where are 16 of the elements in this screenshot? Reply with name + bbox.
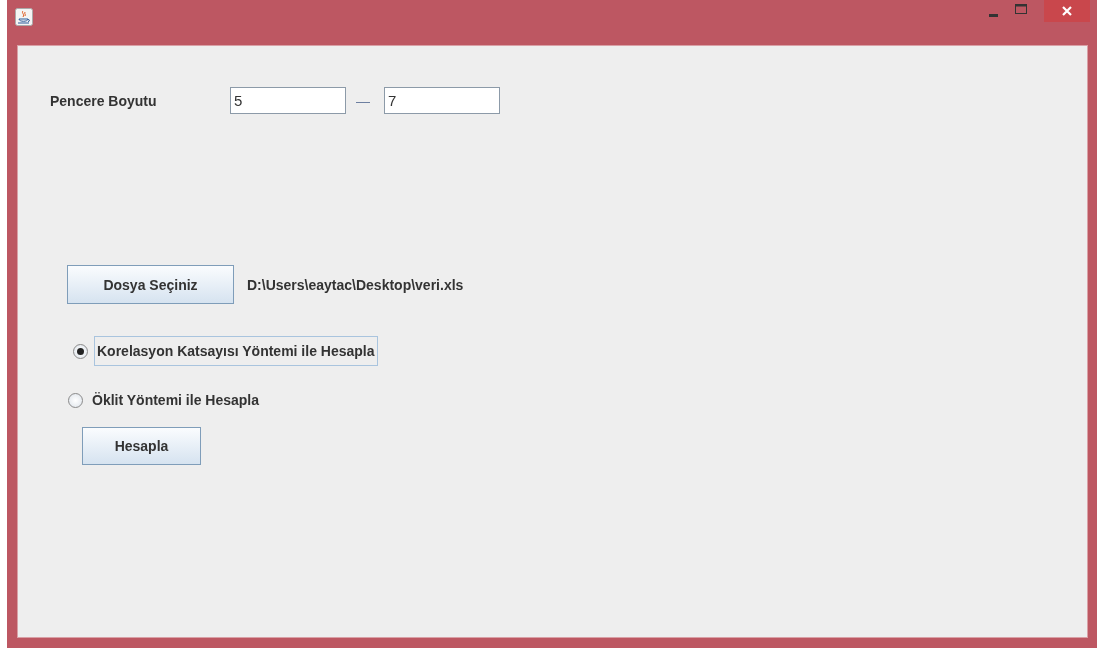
field-label: Pencere Boyutu xyxy=(50,92,158,109)
input-field[interactable]: 5 xyxy=(230,87,346,114)
calculate-button[interactable]: Hesapla xyxy=(82,427,201,465)
coffee-cup-icon xyxy=(15,8,33,26)
radio-button[interactable] xyxy=(68,392,83,408)
input-field[interactable]: 7 xyxy=(384,87,500,114)
radio-label[interactable]: Öklit Yöntemi ile Hesapla xyxy=(89,385,263,415)
minimize-icon xyxy=(989,14,998,17)
radio-button[interactable] xyxy=(73,343,88,359)
range-separator: — xyxy=(356,92,371,109)
close-button[interactable] xyxy=(1044,0,1090,22)
radio-label[interactable]: Korelasyon Katsayısı Yöntemi ile Hesapla xyxy=(94,336,378,366)
file-path: D:\Users\eaytac\Desktop\veri.xls xyxy=(247,276,464,293)
maximize-icon xyxy=(1014,3,1027,14)
close-icon xyxy=(1062,6,1072,16)
choose-file-button[interactable]: Dosya Seçiniz xyxy=(67,265,234,304)
